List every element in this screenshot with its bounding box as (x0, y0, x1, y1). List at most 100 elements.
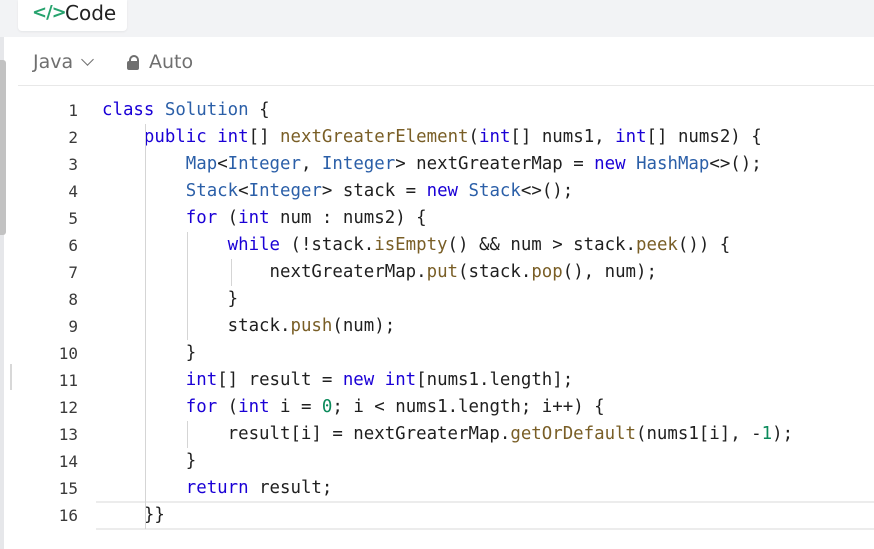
code-token: Solution (164, 100, 249, 120)
code-token: new (426, 181, 459, 201)
code-token: ( (217, 208, 239, 228)
code-line[interactable]: result[i] = nextGreaterMap.getOrDefault(… (102, 421, 874, 448)
code-token: ()) { (677, 235, 731, 255)
code-token: result[i] = nextGreaterMap. (102, 424, 511, 444)
code-line[interactable]: int[] result = new int[nums1.length]; (102, 367, 874, 394)
code-token: for (185, 208, 218, 228)
code-token: [] (248, 127, 281, 147)
code-token: int (615, 127, 647, 147)
code-token: [] result = (217, 370, 343, 390)
language-select[interactable]: Java (33, 50, 95, 74)
line-number-gutter: 1 2 3 4 5 6 7 8 9 10 11 12 13 14 15 16 (18, 97, 78, 529)
code-token: return (185, 478, 249, 498)
indent-guide (231, 259, 232, 286)
code-token: for (185, 397, 218, 417)
code-token: Map (185, 154, 218, 174)
code-token: ( (468, 127, 479, 147)
code-token: > stack = (321, 181, 427, 201)
code-token: Integer (248, 181, 322, 201)
code-line[interactable]: Stack<Integer> stack = new Stack<>(); (102, 178, 874, 205)
line-number: 10 (58, 344, 78, 363)
code-token: }} (102, 505, 165, 525)
line-number: 11 (58, 371, 78, 390)
code-line[interactable]: while (!stack.isEmpty() && num > stack.p… (102, 232, 874, 259)
code-line[interactable]: for (int i = 0; i < nums1.length; i++) { (102, 394, 874, 421)
code-token: peek (636, 235, 678, 255)
code-token: HashMap (636, 154, 710, 174)
code-token: ( (217, 397, 239, 417)
code-token: int (238, 208, 270, 228)
code-token: [nums1.length]; (416, 370, 574, 390)
code-token: while (227, 235, 280, 255)
code-line[interactable]: Map<Integer, Integer> nextGreaterMap = n… (102, 151, 874, 178)
code-token: < (217, 154, 228, 174)
code-token: <>(); (520, 181, 574, 201)
line-number: 2 (68, 128, 78, 147)
code-line[interactable]: }} (102, 502, 874, 529)
code-token: } (102, 451, 197, 471)
code-token: > nextGreaterMap = (395, 154, 595, 174)
left-scrollbar[interactable] (0, 60, 6, 235)
code-token: getOrDefault (510, 424, 636, 444)
code-token: 0 (321, 397, 333, 417)
mode-indicator[interactable]: Auto (127, 50, 193, 74)
code-line[interactable]: class Solution { (102, 97, 874, 124)
code-line[interactable]: stack.push(num); (102, 313, 874, 340)
code-line[interactable]: } (102, 448, 874, 475)
language-label: Java (33, 51, 74, 73)
code-token: { (248, 100, 270, 120)
code-token: result; (248, 478, 333, 498)
code-line[interactable]: for (int num : nums2) { (102, 205, 874, 232)
code-editor[interactable]: 1 2 3 4 5 6 7 8 9 10 11 12 13 14 15 16 class Solution {… (18, 86, 874, 549)
code-token: , (300, 154, 322, 174)
code-line[interactable]: } (102, 286, 874, 313)
code-line[interactable]: } (102, 340, 874, 367)
code-token: (nums1[i], - (635, 424, 762, 444)
code-token: int (238, 397, 270, 417)
code-line[interactable]: nextGreaterMap.put(stack.pop(), num); (102, 259, 874, 286)
indent-guide (187, 421, 188, 448)
left-splitter-mark[interactable] (10, 364, 12, 390)
code-line[interactable]: public int[] nextGreaterElement(int[] nu… (102, 124, 874, 151)
code-token: [] nums2) { (646, 127, 762, 147)
code-token: (!stack. (280, 235, 375, 255)
code-token: stack. (102, 316, 291, 336)
line-number: 4 (68, 182, 78, 201)
code-token: <>(); (709, 154, 762, 174)
code-token: (stack. (458, 262, 532, 282)
code-token: new (342, 370, 375, 390)
line-number: 16 (58, 506, 78, 525)
code-token: int (479, 127, 511, 147)
line-number: 3 (68, 155, 78, 174)
chevron-down-icon (81, 53, 95, 66)
line-number: 1 (68, 101, 78, 120)
line-number: 6 (68, 236, 78, 255)
code-token: Stack (468, 181, 521, 201)
top-panel-bar: </> Code (0, 0, 874, 37)
line-number: 15 (58, 479, 78, 498)
line-number: 12 (58, 398, 78, 417)
code-token: () && num > stack. (447, 235, 636, 255)
code-line[interactable]: return result; (102, 475, 874, 502)
code-token: push (290, 316, 333, 336)
code-token: int (185, 370, 218, 390)
code-token: nextGreaterElement (280, 127, 469, 147)
code-tab[interactable]: </> Code (18, 0, 127, 31)
code-area[interactable]: class Solution { public int [] nextGreate… (102, 97, 874, 529)
lock-icon (127, 54, 139, 70)
code-token: put (426, 262, 459, 282)
indent-guide (145, 124, 146, 529)
code-token: (), num); (562, 262, 657, 282)
code-token: public (143, 127, 207, 147)
indent-guide (187, 232, 188, 340)
